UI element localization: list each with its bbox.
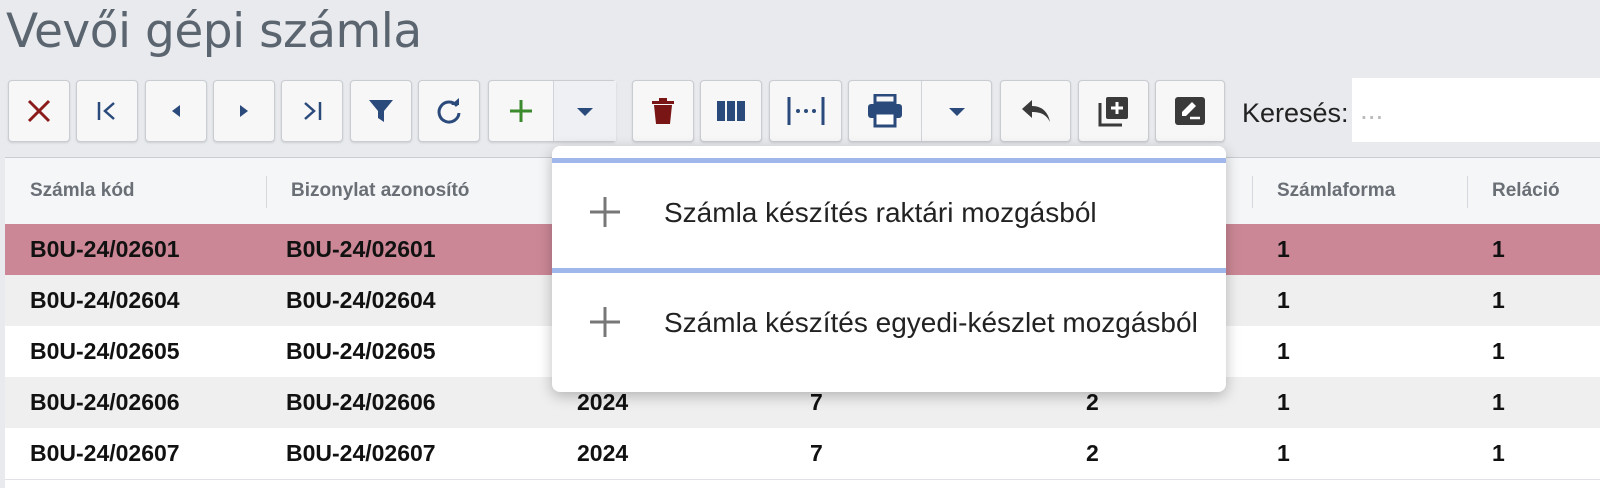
add-copy-button[interactable]: [1078, 80, 1149, 142]
columns-icon: [717, 101, 745, 121]
columns-button[interactable]: [700, 80, 762, 142]
cell-bizonylat: B0U-24/02607: [286, 440, 436, 466]
menu-item-label: Számla készítés egyedi-készlet mozgásból: [664, 307, 1198, 338]
column-header-szamlaforma[interactable]: Számlaforma: [1277, 158, 1395, 224]
close-button[interactable]: [8, 80, 70, 142]
edit-button[interactable]: [1155, 80, 1225, 142]
search-label: Keresés:: [1242, 98, 1349, 128]
cell-szamla-kod: B0U-24/02605: [30, 338, 180, 364]
caret-right-icon: [240, 105, 248, 117]
plus-icon: [590, 307, 620, 337]
menu-item-create-from-unique-stock[interactable]: Számla készítés egyedi-készlet mozgásból: [552, 273, 1226, 373]
cell-relacio: 1: [1492, 338, 1505, 364]
print-icon: [868, 94, 902, 128]
reply-icon: [1021, 100, 1050, 122]
print-menu-button[interactable]: [922, 81, 992, 141]
cell-szamla-kod: B0U-24/02607: [30, 440, 180, 466]
cell-relacio: 1: [1492, 389, 1505, 415]
caret-down-icon: [949, 108, 965, 116]
edit-note-icon: [1175, 97, 1205, 125]
reply-button[interactable]: [1000, 80, 1071, 142]
cell-col5: 2: [1086, 440, 1099, 466]
cell-szamla-kod: B0U-24/02606: [30, 389, 180, 415]
cell-bizonylat: B0U-24/02601: [286, 236, 436, 262]
last-record-button[interactable]: [281, 80, 343, 142]
cell-szamlaforma: 1: [1277, 338, 1290, 364]
cell-bizonylat: B0U-24/02605: [286, 338, 436, 364]
close-icon: [27, 99, 51, 123]
library-add-icon: [1098, 97, 1128, 127]
delete-button[interactable]: [632, 80, 694, 142]
plus-icon: [590, 197, 620, 227]
cell-ev: 2024: [577, 440, 629, 466]
cell-szamlaforma: 1: [1277, 389, 1290, 415]
cell-bizonylat: B0U-24/02604: [286, 287, 436, 313]
table-row[interactable]: B0U-24/02607 B0U-24/02607 2024 7 2 1 1: [5, 428, 1600, 480]
cell-szamla-kod: B0U-24/02601: [30, 236, 180, 262]
previous-record-button[interactable]: [145, 80, 207, 142]
add-button[interactable]: [489, 81, 553, 141]
caret-left-icon: [172, 105, 180, 117]
cell-szamlaforma: 1: [1277, 440, 1290, 466]
print-button[interactable]: [849, 81, 921, 141]
cell-szamlaforma: 1: [1277, 287, 1290, 313]
caret-down-icon: [577, 108, 593, 116]
cell-relacio: 1: [1492, 236, 1505, 262]
refresh-button[interactable]: [418, 80, 480, 142]
add-dropdown-menu: Számla készítés raktári mozgásból Számla…: [552, 146, 1226, 392]
filter-button[interactable]: [350, 80, 412, 142]
trash-icon: [652, 98, 674, 124]
fit-width-icon: [787, 97, 824, 125]
column-header-relacio[interactable]: Reláció: [1492, 158, 1560, 224]
toolbar: Keresés:: [0, 78, 1600, 146]
page-title: Vevői gépi számla: [6, 4, 422, 59]
menu-item-create-from-warehouse[interactable]: Számla készítés raktári mozgásból: [552, 163, 1226, 263]
first-page-icon: [97, 102, 115, 120]
next-record-button[interactable]: [213, 80, 275, 142]
search-input[interactable]: [1352, 78, 1600, 142]
last-page-icon: [304, 102, 322, 120]
cell-relacio: 1: [1492, 287, 1505, 313]
cell-szamlaforma: 1: [1277, 236, 1290, 262]
menu-item-label: Számla készítés raktári mozgásból: [664, 197, 1097, 228]
filter-icon: [369, 100, 393, 122]
add-menu-button[interactable]: [554, 81, 616, 141]
print-split-button: [848, 80, 992, 142]
cell-relacio: 1: [1492, 440, 1505, 466]
fit-width-button[interactable]: [769, 80, 842, 142]
cell-szamla-kod: B0U-24/02604: [30, 287, 180, 313]
cell-bizonylat: B0U-24/02606: [286, 389, 436, 415]
plus-icon: [510, 100, 532, 122]
cell-col4: 7: [810, 440, 823, 466]
column-header-bizonylat[interactable]: Bizonylat azonosító: [291, 158, 469, 224]
refresh-icon: [437, 98, 461, 124]
column-header-szamla-kod[interactable]: Számla kód: [30, 158, 135, 224]
first-record-button[interactable]: [76, 80, 138, 142]
add-split-button: [488, 80, 616, 142]
